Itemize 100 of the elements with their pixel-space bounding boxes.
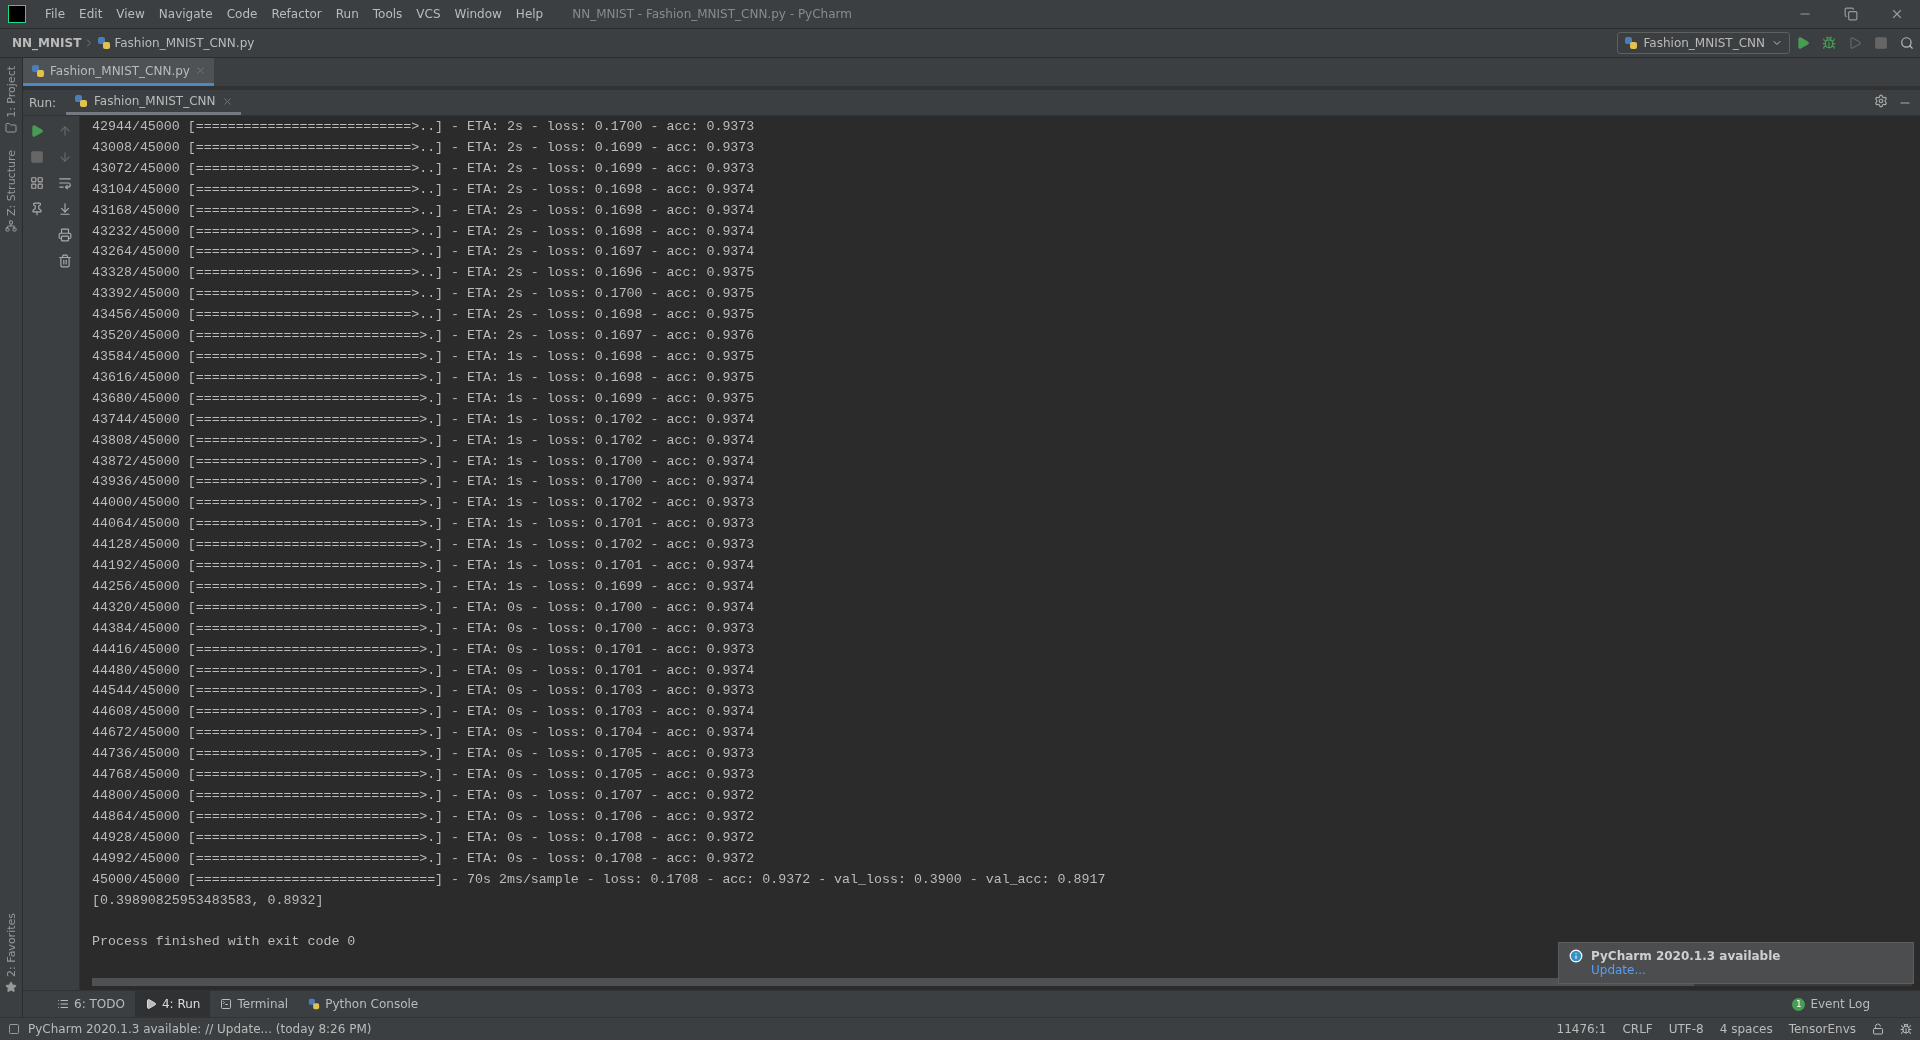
console-line: 43328/45000 [===========================>..] - ETA: 2s - loss: 0.1696 - acc: 0.9375	[92, 264, 755, 283]
status-item[interactable]: 11476:1	[1556, 1022, 1607, 1036]
status-item[interactable]: TensorEnvs	[1788, 1022, 1856, 1036]
folder-icon	[5, 121, 17, 134]
console-line: 44000/45000 [============================>.] - ETA: 1s - loss: 0.1702 - acc: 0.9373	[92, 494, 755, 513]
play-icon	[144, 998, 157, 1010]
console-line: 44928/45000 [============================>.] - ETA: 0s - loss: 0.1708 - acc: 0.9372	[92, 828, 755, 847]
python-icon	[31, 63, 45, 78]
star-icon	[5, 981, 17, 993]
structure-icon	[5, 219, 17, 232]
info-icon	[1569, 949, 1583, 963]
console-line: 43104/45000 [===========================>..] - ETA: 2s - loss: 0.1698 - acc: 0.9374	[92, 180, 755, 199]
console-line: 44736/45000 [============================>.] - ETA: 0s - loss: 0.1705 - acc: 0.9373	[92, 745, 755, 764]
soft-wrap-icon[interactable]	[58, 176, 72, 190]
run-label: Run:	[29, 95, 57, 110]
settings-icon[interactable]	[1874, 94, 1888, 108]
print-icon[interactable]	[58, 228, 72, 242]
status-item[interactable]: 4 spaces	[1719, 1022, 1773, 1036]
notification-title: PyCharm 2020.1.3 available	[1591, 949, 1781, 963]
run-configuration-dropdown[interactable]: Fashion_MNIST_CNN	[1616, 32, 1790, 54]
run-icon[interactable]	[1796, 36, 1810, 50]
tool-window-label[interactable]: 2: Favorites	[4, 913, 18, 977]
tool-tab[interactable]: 4: Run	[134, 991, 211, 1017]
menu-item[interactable]: Help	[508, 7, 551, 21]
console-line: 44320/45000 [============================>.] - ETA: 0s - loss: 0.1700 - acc: 0.9374	[92, 598, 755, 617]
menu-item[interactable]: Edit	[72, 7, 110, 21]
console-line: 45000/45000 [==============================] - 70s 2ms/sample - loss: 0.1708 - acc: 0.9372 - val_loss: 0.3900 - val_acc: 0.8917	[92, 870, 1106, 889]
menu-item[interactable]: File	[38, 7, 73, 21]
tool-window-label[interactable]: 1: Project	[4, 66, 18, 118]
console-line: [0.39890825953483583, 0.8932]	[92, 891, 324, 910]
menu-item[interactable]: Navigate	[151, 7, 220, 21]
app-logo-icon	[8, 5, 26, 23]
python-icon	[74, 94, 89, 108]
console-line: 43680/45000 [============================>.] - ETA: 1s - loss: 0.1699 - acc: 0.9375	[92, 389, 755, 408]
menu-item[interactable]: Tools	[365, 7, 410, 21]
restore-icon[interactable]	[1844, 7, 1858, 21]
python-icon	[308, 998, 321, 1010]
console-line: 44544/45000 [============================>.] - ETA: 0s - loss: 0.1703 - acc: 0.9373	[92, 682, 755, 701]
tool-window-label[interactable]: Z: Structure	[4, 149, 18, 216]
menu-item[interactable]: Refactor	[264, 7, 329, 21]
breadcrumb[interactable]: Fashion_MNIST_CNN.py	[114, 36, 255, 50]
search-icon[interactable]	[1900, 36, 1914, 50]
console-line: 43584/45000 [============================>.] - ETA: 1s - loss: 0.1698 - acc: 0.9375	[92, 347, 755, 366]
console-line: 43456/45000 [===========================>..] - ETA: 2s - loss: 0.1698 - acc: 0.9375	[92, 306, 755, 325]
list-icon	[57, 998, 69, 1010]
console-line: 44768/45000 [============================>.] - ETA: 0s - loss: 0.1705 - acc: 0.9373	[92, 766, 755, 785]
console-line: 44384/45000 [============================>.] - ETA: 0s - loss: 0.1700 - acc: 0.9373	[92, 619, 755, 638]
status-item[interactable]: UTF-8	[1668, 1022, 1704, 1036]
console-line: 43072/45000 [===========================>..] - ETA: 2s - loss: 0.1699 - acc: 0.9373	[92, 159, 755, 178]
event-log-button[interactable]: 1 Event Log	[1782, 991, 1920, 1017]
status-item[interactable]: CRLF	[1622, 1022, 1653, 1036]
console-line: 44064/45000 [============================>.] - ETA: 1s - loss: 0.1701 - acc: 0.9373	[92, 515, 755, 534]
close-icon[interactable]	[221, 95, 233, 107]
menu-item[interactable]: Code	[219, 7, 265, 21]
console-line: 43168/45000 [===========================>..] - ETA: 2s - loss: 0.1698 - acc: 0.9374	[92, 201, 755, 220]
console-line: 43872/45000 [============================>.] - ETA: 1s - loss: 0.1700 - acc: 0.9374	[92, 452, 755, 471]
console-line: 43008/45000 [===========================>..] - ETA: 2s - loss: 0.1699 - acc: 0.9373	[92, 138, 755, 157]
console-line: 43936/45000 [============================>.] - ETA: 1s - loss: 0.1700 - acc: 0.9374	[92, 473, 755, 492]
pin-icon[interactable]	[30, 202, 44, 216]
console-line: 43616/45000 [============================>.] - ETA: 1s - loss: 0.1698 - acc: 0.9375	[92, 368, 755, 387]
lock-icon[interactable]	[1872, 1023, 1884, 1035]
menu-item[interactable]: View	[109, 7, 152, 21]
console-line: 44128/45000 [============================>.] - ETA: 1s - loss: 0.1702 - acc: 0.9373	[92, 536, 755, 555]
close-icon[interactable]	[1890, 7, 1904, 21]
console-line: 43808/45000 [============================>.] - ETA: 1s - loss: 0.1702 - acc: 0.9374	[92, 431, 755, 450]
layout-icon[interactable]	[30, 176, 44, 190]
tool-tab[interactable]: Terminal	[210, 991, 299, 1017]
scroll-to-end-icon[interactable]	[58, 202, 72, 216]
console-line: 43520/45000 [============================>.] - ETA: 2s - loss: 0.1697 - acc: 0.9376	[92, 327, 755, 346]
rerun-icon[interactable]	[30, 124, 44, 138]
tool-tab[interactable]: 6: TODO	[47, 991, 135, 1017]
debug-icon[interactable]	[1822, 36, 1836, 50]
console-line: 44800/45000 [============================>.] - ETA: 0s - loss: 0.1707 - acc: 0.9372	[92, 787, 755, 805]
console-line: Process finished with exit code 0	[92, 933, 356, 952]
console-line: 43264/45000 [===========================>..] - ETA: 2s - loss: 0.1697 - acc: 0.9374	[92, 243, 755, 262]
menu-item[interactable]: VCS	[409, 7, 448, 21]
panel-toggle-icon[interactable]	[8, 1023, 20, 1035]
console-line: 44672/45000 [============================>.] - ETA: 0s - loss: 0.1704 - acc: 0.9374	[92, 724, 755, 743]
terminal-icon	[220, 998, 233, 1010]
console-line: 43744/45000 [============================>.] - ETA: 1s - loss: 0.1702 - acc: 0.9374	[92, 410, 755, 429]
editor-tab[interactable]: Fashion_MNIST_CNN.py	[23, 58, 214, 86]
console-line: 44192/45000 [============================>.] - ETA: 1s - loss: 0.1701 - acc: 0.9374	[92, 557, 755, 576]
menu-item[interactable]: Window	[447, 7, 509, 21]
console-line: 44256/45000 [============================>.] - ETA: 1s - loss: 0.1699 - acc: 0.9374	[92, 577, 755, 596]
console-line: 43232/45000 [===========================>..] - ETA: 2s - loss: 0.1698 - acc: 0.9374	[92, 222, 755, 241]
console-line: 44416/45000 [============================>.] - ETA: 0s - loss: 0.1701 - acc: 0.9373	[92, 640, 755, 659]
console-line: 44864/45000 [============================>.] - ETA: 0s - loss: 0.1706 - acc: 0.9372	[92, 807, 755, 826]
console-line: 42944/45000 [===========================>..] - ETA: 2s - loss: 0.1700 - acc: 0.9373	[92, 118, 755, 136]
window-title: NN_MNIST - Fashion_MNIST_CNN.py - PyCharm	[572, 7, 853, 21]
python-icon	[97, 36, 112, 50]
tool-tab[interactable]: Python Console	[298, 991, 429, 1017]
count-badge: 1	[1792, 997, 1806, 1011]
update-link[interactable]: Update...	[1591, 963, 1646, 977]
menu-item[interactable]: Run	[328, 7, 366, 21]
console-line: 43392/45000 [===========================>..] - ETA: 2s - loss: 0.1700 - acc: 0.9375	[92, 285, 755, 304]
breadcrumb[interactable]: NN_MNIST	[12, 36, 82, 50]
console-line: 44608/45000 [============================>.] - ETA: 0s - loss: 0.1703 - acc: 0.9374	[92, 703, 755, 722]
trash-icon[interactable]	[58, 254, 72, 268]
console-line: 44480/45000 [============================>.] - ETA: 0s - loss: 0.1701 - acc: 0.9374	[92, 661, 755, 680]
status-message: PyCharm 2020.1.3 available: // Update... (today 8:26 PM)	[28, 1022, 373, 1036]
